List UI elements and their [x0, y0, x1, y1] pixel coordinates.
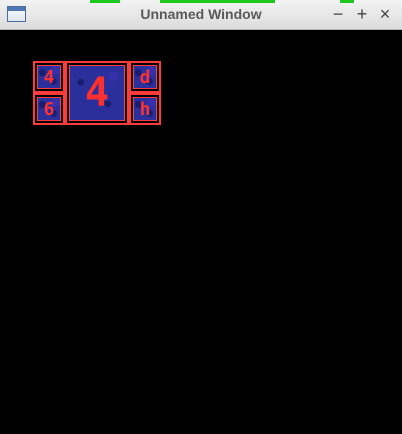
tile-glyph: h	[139, 98, 151, 120]
tile-glyph: 4	[84, 70, 110, 116]
green-strip	[90, 0, 120, 3]
green-strip	[340, 0, 354, 3]
minimize-button[interactable]: −	[328, 4, 348, 24]
maximize-button[interactable]: +	[352, 4, 372, 24]
image-canvas: 4 4 d 6 h	[0, 30, 402, 434]
title-bar[interactable]: Unnamed Window − + ×	[0, 0, 402, 30]
tile-glyph: d	[139, 66, 151, 88]
tile-glyph: 4	[43, 66, 55, 88]
close-button[interactable]: ×	[375, 4, 395, 24]
tile-bottom-right: h	[129, 93, 161, 125]
tile-top-right: d	[129, 61, 161, 93]
tile-bottom-left: 6	[33, 93, 65, 125]
tile-top-left: 4	[33, 61, 65, 93]
tile-center-large: 4	[65, 61, 129, 125]
green-strip	[160, 0, 275, 3]
tile-glyph: 6	[43, 98, 55, 120]
app-window: Unnamed Window − + × 4 4 d 6 h	[0, 0, 402, 434]
